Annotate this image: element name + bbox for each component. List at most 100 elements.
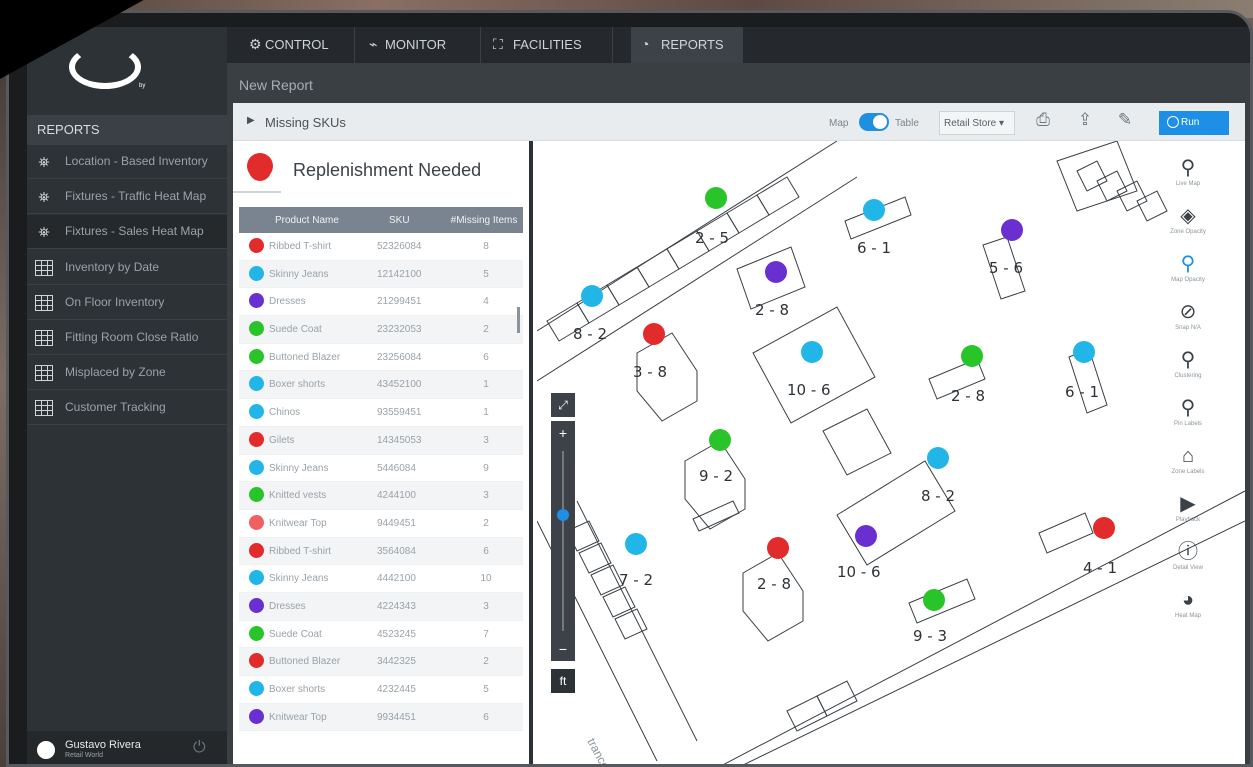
tool-detail-view[interactable]: ⓘ Detail View <box>1155 541 1221 571</box>
sidebar-item-traffic-heat-map[interactable]: ⛯ Fixtures - Traffic Heat Map <box>27 180 227 214</box>
sidebar-item-misplaced-by-zone[interactable]: Misplaced by Zone <box>27 356 227 390</box>
zone-label: 2 - 8 <box>755 301 790 319</box>
table-row[interactable]: Ribbed T-shirt 3564084 6 <box>239 537 523 566</box>
store-map[interactable]: trance / 2 - 5 6 - 1 5 - 6 2 - 8 8 - 2 3 - 8 1… <box>537 141 1245 764</box>
table-row[interactable]: Dresses 4224343 3 <box>239 592 523 621</box>
table-row[interactable]: Chinos 93559451 1 <box>239 399 523 427</box>
table-row[interactable]: Boxer shorts 4232445 5 <box>239 676 523 704</box>
zoom-slider-knob[interactable] <box>557 509 569 521</box>
avatar <box>37 741 55 759</box>
zone-pin-icon[interactable] <box>801 341 823 363</box>
user-profile[interactable]: Gustavo Rivera Retail World ⏻ <box>27 731 227 764</box>
tool-playback[interactable]: ▶ Playback <box>1155 493 1221 523</box>
table-icon <box>35 260 53 276</box>
share-icon[interactable]: ⇪ <box>1073 110 1097 134</box>
title-divider <box>233 191 281 193</box>
app-screen: by REPORTS ⛯ Location - Based Inventory … <box>27 27 1250 764</box>
sidebar-item-on-floor-inventory[interactable]: On Floor Inventory <box>27 286 227 320</box>
tool-pin-labels[interactable]: ⚲ Pin Labels <box>1155 397 1221 427</box>
zone-pin-icon[interactable] <box>581 285 603 307</box>
zone-pin-icon[interactable] <box>643 323 665 345</box>
table-row[interactable]: Boxer shorts 43452100 1 <box>239 371 523 400</box>
table-row[interactable]: Ribbed T-shirt 52326084 8 <box>239 233 523 261</box>
tab-reports[interactable]: ◔ REPORTS <box>631 27 743 63</box>
table-row[interactable]: Skinny Jeans 5446084 9 <box>239 455 523 483</box>
missing-count: 1 <box>483 379 489 391</box>
zoom-out-button[interactable]: − <box>551 639 575 659</box>
table-row[interactable]: Suede Coat 23232053 2 <box>239 316 523 344</box>
zone-pin-icon[interactable] <box>1001 219 1023 241</box>
tool-heat-map[interactable]: ◕ Heat Map <box>1155 589 1221 619</box>
fullscreen-icon[interactable]: ⤢ <box>551 393 575 417</box>
table-scrollbar[interactable] <box>517 307 520 333</box>
zoom-track[interactable] <box>562 451 564 631</box>
zone-pin-icon[interactable] <box>923 589 945 611</box>
item-pin-icon <box>249 265 264 281</box>
tool-label: Map Opacity <box>1171 277 1205 283</box>
zone-pin-icon[interactable] <box>625 533 647 555</box>
table-row[interactable]: Skinny Jeans 4442100 10 <box>239 565 523 593</box>
store-select[interactable]: Retail Store ▾ <box>939 111 1015 135</box>
sidebar-item-inventory-by-date[interactable]: Inventory by Date <box>27 251 227 285</box>
col-sku[interactable]: SKU <box>389 215 410 226</box>
table-row[interactable]: Skinny Jeans 12142100 5 <box>239 260 523 289</box>
sidebar-item-location-based-inventory[interactable]: ⛯ Location - Based Inventory <box>27 145 227 179</box>
tab-facilities[interactable]: ⛶ FACILITIES <box>481 27 613 63</box>
product-name: Ribbed T-shirt <box>269 545 332 557</box>
black-overlay-shape <box>0 0 180 90</box>
pulse-icon: ⌁ <box>369 36 378 52</box>
tool-clustering[interactable]: ⚲ Clustering <box>1155 349 1221 379</box>
zone-pin-icon[interactable] <box>767 537 789 559</box>
col-missing-items[interactable]: #Missing Items <box>445 215 523 226</box>
tool-snap-n-a[interactable]: ⊘ Snap N/A <box>1155 301 1221 331</box>
table-row[interactable]: Knitwear Top 9449451 2 <box>239 510 523 538</box>
run-button[interactable]: Run <box>1159 111 1229 135</box>
zone-pin-icon[interactable] <box>1093 517 1115 539</box>
zone-pin-icon[interactable] <box>1073 341 1095 363</box>
tool-map-opacity[interactable]: ⚲ Map Opacity <box>1155 253 1221 283</box>
table-icon <box>35 295 53 311</box>
table-row[interactable]: Knitwear Top 9934451 6 <box>239 703 523 732</box>
sidebar-item-customer-tracking[interactable]: Customer Tracking <box>27 391 227 425</box>
zone-pin-icon[interactable] <box>765 261 787 283</box>
print-icon[interactable]: ⎙ <box>1031 110 1055 134</box>
run-label: Run <box>1181 117 1200 128</box>
product-name: Dresses <box>269 600 306 612</box>
zoom-control[interactable]: + − <box>551 421 575 661</box>
tab-monitor[interactable]: ⌁ MONITOR <box>355 27 481 63</box>
table-row[interactable]: Gilets 14345053 3 <box>239 426 523 455</box>
tool-label: Heat Map <box>1174 613 1201 619</box>
table-row[interactable]: Buttoned Blazer 3442325 2 <box>239 648 523 676</box>
zone-label: 3 - 8 <box>633 363 668 381</box>
edit-icon[interactable]: ✎ <box>1113 110 1137 134</box>
power-icon[interactable]: ⏻ <box>193 739 206 757</box>
collapse-caret-icon[interactable]: ▶ <box>247 115 255 126</box>
table-row[interactable]: Dresses 21299451 4 <box>239 288 523 317</box>
table-row[interactable]: Suede Coat 4523245 7 <box>239 621 523 649</box>
zone-pin-icon[interactable] <box>961 345 983 367</box>
unit-toggle[interactable]: ft <box>551 669 575 693</box>
product-sku: 52326084 <box>377 241 422 252</box>
product-name: Skinny Jeans <box>269 573 329 585</box>
tool-zone-labels[interactable]: ⌂ Zone Labels <box>1155 445 1221 475</box>
zone-pin-icon[interactable] <box>863 199 885 221</box>
table-row[interactable]: Knitted vests 4244100 3 <box>239 482 523 510</box>
compass-icon: ⊘ <box>1179 301 1197 323</box>
sidebar-item-label: Fixtures - Traffic Heat Map <box>65 189 207 203</box>
fixtures-heat-icon: ⛯ <box>38 189 50 205</box>
map-table-toggle[interactable] <box>859 113 889 131</box>
zone-pin-icon[interactable] <box>855 525 877 547</box>
sidebar-item-sales-heat-map[interactable]: ⛯ Fixtures - Sales Heat Map <box>27 215 227 249</box>
sidebar-item-fitting-room-close-ratio[interactable]: Fitting Room Close Ratio <box>27 321 227 355</box>
tool-zone-opacity[interactable]: ◈ Zone Opacity <box>1155 205 1221 235</box>
table-row[interactable]: Buttoned Blazer 23256084 6 <box>239 344 523 372</box>
item-pin-icon <box>249 348 264 364</box>
tool-live-map[interactable]: ⚲ Live Map <box>1155 157 1221 187</box>
report-title[interactable]: Missing SKUs <box>265 115 346 130</box>
zone-pin-icon[interactable] <box>927 447 949 469</box>
zone-pin-icon[interactable] <box>705 187 727 209</box>
tab-control[interactable]: ⚙ CONTROL <box>241 27 355 63</box>
zone-pin-icon[interactable] <box>709 429 731 451</box>
col-product-name[interactable]: Product Name <box>275 215 339 226</box>
zoom-in-button[interactable]: + <box>551 423 575 443</box>
